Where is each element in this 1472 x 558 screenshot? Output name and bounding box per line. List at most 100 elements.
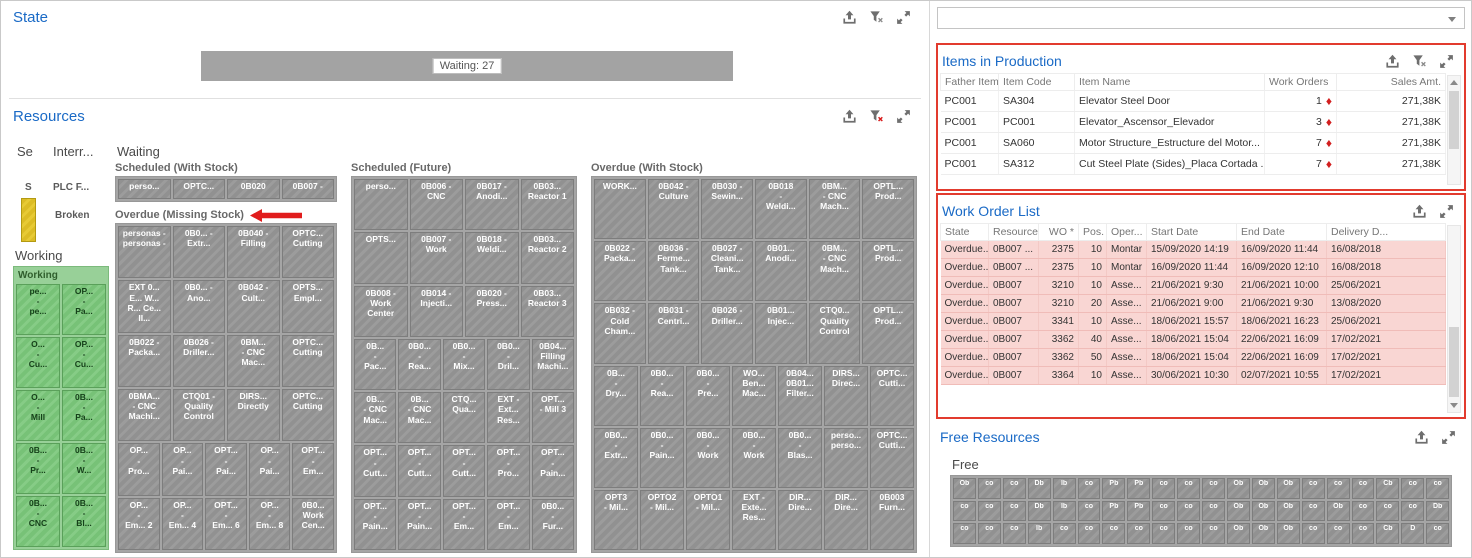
- free-resource-tile[interactable]: Pb: [1127, 478, 1151, 499]
- resource-tile[interactable]: OPT... - Cutt...: [398, 445, 441, 497]
- resource-tile[interactable]: 0B0... - Extr...: [594, 427, 638, 488]
- free-resource-tile[interactable]: co: [1301, 523, 1325, 545]
- resource-tile[interactable]: OPTC...: [172, 179, 225, 199]
- free-resource-tile[interactable]: co: [1426, 478, 1450, 499]
- scroll-up-button[interactable]: [1448, 76, 1460, 89]
- resource-tile[interactable]: OP... - Cu...: [62, 337, 106, 388]
- free-resource-tile[interactable]: Ob: [1326, 500, 1350, 522]
- column-header[interactable]: Oper...: [1106, 223, 1147, 241]
- resource-tile[interactable]: 0B0... Work Cen...: [292, 497, 334, 550]
- free-resource-tile[interactable]: co: [1202, 500, 1225, 522]
- free-resource-tile[interactable]: co: [977, 523, 1001, 545]
- resource-tile[interactable]: WORK...: [594, 179, 646, 240]
- column-header[interactable]: Item Name: [1074, 73, 1265, 91]
- free-resource-tile[interactable]: co: [1152, 500, 1176, 522]
- column-header[interactable]: WO *: [1038, 223, 1079, 241]
- parameter-dropdown[interactable]: [937, 7, 1465, 29]
- maximize-icon[interactable]: [1441, 430, 1456, 445]
- maximize-icon[interactable]: [1439, 204, 1454, 219]
- resource-tile[interactable]: OPTS... Empl...: [281, 280, 334, 333]
- resource-tile[interactable]: OPTC... Cutting: [281, 226, 334, 279]
- table-row[interactable]: PC001 SA060 Motor Structure_Estructure del…: [940, 132, 1446, 154]
- resource-tile[interactable]: DIR... Dire...: [824, 489, 868, 551]
- resource-tile[interactable]: 0B0... - Mix...: [442, 338, 486, 391]
- table-row[interactable]: Overdue... 0B007 3362 50 Asse... 18/06/2021 1…: [940, 348, 1446, 367]
- column-header[interactable]: Work Orders: [1264, 73, 1337, 91]
- resource-tile[interactable]: 0B032 - Cold Cham...: [594, 303, 646, 364]
- resource-tile[interactable]: 0B0... - Rea...: [398, 338, 441, 391]
- resource-tile[interactable]: perso... perso...: [824, 427, 868, 488]
- state-waiting-bar[interactable]: Waiting: 27: [201, 51, 733, 81]
- resource-tile[interactable]: OPT... - Cutt...: [442, 445, 486, 497]
- resource-tile[interactable]: perso...: [118, 179, 171, 199]
- resource-tile[interactable]: 0B030 - Sewin...: [701, 179, 754, 240]
- free-resource-tile[interactable]: co: [1002, 500, 1026, 522]
- column-header[interactable]: Start Date: [1146, 223, 1237, 241]
- resource-tile[interactable]: 0B... - Pa...: [62, 390, 106, 441]
- table-row[interactable]: Overdue... 0B007 3210 10 Asse... 21/06/2021 9…: [940, 276, 1446, 295]
- resource-tile[interactable]: OPTL... Prod...: [862, 241, 915, 302]
- resource-tile[interactable]: 0B03... Reactor 1: [520, 179, 574, 231]
- free-resource-tile[interactable]: co: [977, 478, 1001, 499]
- column-header[interactable]: Delivery D...: [1326, 223, 1446, 241]
- free-resource-tile[interactable]: Pb: [1102, 478, 1126, 499]
- resource-tile[interactable]: OP... - Pai...: [248, 443, 291, 496]
- resource-tile[interactable]: 0B042 - Culture: [647, 179, 700, 240]
- resource-tile[interactable]: OPTL... Prod...: [862, 303, 915, 364]
- free-resource-tile[interactable]: Cb: [1376, 478, 1400, 499]
- free-resource-tile[interactable]: co: [1052, 523, 1076, 545]
- resource-tile[interactable]: OPTL... Prod...: [862, 179, 915, 240]
- resource-tile[interactable]: 0B003 Furn...: [870, 489, 914, 551]
- resource-tile[interactable]: OPTC... Cutting: [281, 334, 334, 387]
- resource-tile[interactable]: OP... - Pai...: [161, 443, 204, 496]
- resource-tile[interactable]: OPTO2- Mil...: [640, 489, 684, 551]
- resource-tile[interactable]: 0B020: [227, 179, 280, 199]
- resource-tile[interactable]: OPT... - Pro...: [487, 445, 530, 497]
- resource-tile[interactable]: WO... Ben... Mac...: [732, 365, 776, 426]
- resource-tile[interactable]: 0B0... - Fur...: [531, 498, 575, 550]
- resource-tile[interactable]: 0B01... Anodi...: [755, 241, 807, 302]
- table-row[interactable]: PC001 SA304 Elevator Steel Door 1 ♦ 271,38K: [940, 90, 1446, 112]
- free-resource-tile[interactable]: co: [1351, 523, 1375, 545]
- free-resource-tile[interactable]: co: [1401, 500, 1425, 522]
- resource-tile[interactable]: 0B... - Bl...: [62, 496, 106, 547]
- scrollbar-thumb[interactable]: [1449, 91, 1459, 149]
- free-resource-tile[interactable]: Ob: [953, 478, 976, 499]
- resource-tile[interactable]: 0BM... - CNC Mac...: [227, 334, 280, 387]
- resource-tile[interactable]: 0B042 - Cult...: [227, 280, 280, 333]
- resource-tile[interactable]: O... - Mill: [16, 390, 60, 441]
- export-icon[interactable]: [842, 109, 857, 124]
- maximize-icon[interactable]: [896, 10, 911, 25]
- column-header[interactable]: Item Code: [998, 73, 1075, 91]
- column-header[interactable]: Sales Amt.: [1336, 73, 1446, 91]
- resource-tile[interactable]: OPTC... Cutting: [281, 388, 334, 442]
- column-header[interactable]: Pos.: [1078, 223, 1107, 241]
- resource-tile[interactable]: 0BM... - CNC Mach...: [808, 179, 861, 240]
- resource-tile[interactable]: 0B022 - Packa...: [118, 334, 171, 387]
- wo-scrollbar[interactable]: [1447, 225, 1461, 413]
- resource-tile[interactable]: 0B008 - Work Center: [354, 285, 408, 337]
- table-row[interactable]: Overdue... 0B007 3210 20 Asse... 21/06/2021 9…: [940, 294, 1446, 313]
- free-resource-tile[interactable]: Ob: [1251, 523, 1275, 545]
- free-resource-tile[interactable]: Ob: [1226, 478, 1250, 499]
- resource-tile[interactable]: 0B03... Reactor 3: [520, 285, 574, 337]
- resource-tile[interactable]: 0B0... - Ano...: [172, 280, 225, 333]
- resource-tile[interactable]: OPT3- Mil...: [594, 489, 638, 551]
- table-row[interactable]: PC001 PC001 Elevator_Ascensor_Elevador 3 ♦ 27…: [940, 111, 1446, 133]
- table-row[interactable]: Overdue... 0B007 3362 40 Asse... 18/06/2021 1…: [940, 330, 1446, 349]
- resource-tile[interactable]: 0B027 - Cleani... Tank...: [701, 241, 754, 302]
- resource-tile[interactable]: CTQ0... Quality Control: [808, 303, 861, 364]
- resource-tile[interactable]: 0B... - Pr...: [16, 443, 60, 494]
- resource-tile[interactable]: DIRS... Directly: [227, 388, 280, 442]
- resource-tile[interactable]: 0B... - W...: [62, 443, 106, 494]
- resource-tile[interactable]: OPT... - Mill 3: [531, 392, 575, 444]
- resource-tile[interactable]: 0B0... - Dril...: [487, 338, 530, 391]
- clear-filter-icon[interactable]: [1412, 54, 1427, 69]
- resource-tile[interactable]: O... - Cu...: [16, 337, 60, 388]
- free-resource-tile[interactable]: co: [1326, 523, 1350, 545]
- resource-tile[interactable]: 0B031 - Centri...: [647, 303, 700, 364]
- resource-tile[interactable]: OP... - Em... 2: [118, 497, 160, 550]
- resource-tile[interactable]: DIR... Dire...: [778, 489, 822, 551]
- free-resource-tile[interactable]: co: [953, 523, 976, 545]
- resource-tile[interactable]: 0B0... - Blas...: [778, 427, 822, 488]
